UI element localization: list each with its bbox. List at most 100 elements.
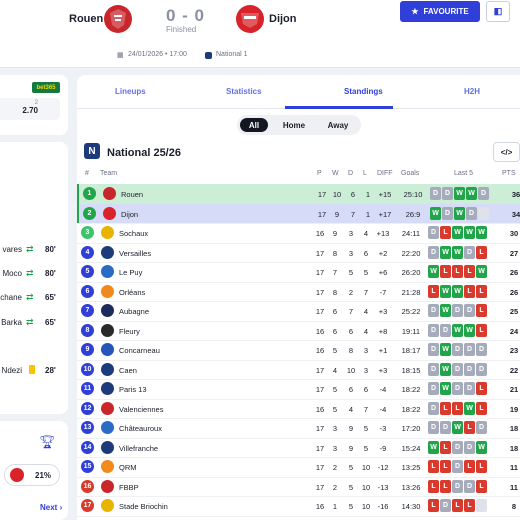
tab-statistics[interactable]: Statistics	[226, 87, 262, 96]
form-result[interactable]: L	[464, 460, 475, 473]
team-name[interactable]: Paris 13	[119, 385, 147, 394]
form-result[interactable]: L	[428, 479, 439, 493]
form-result[interactable]: L	[440, 460, 451, 473]
form-result[interactable]: D	[428, 362, 439, 376]
form-result[interactable]: W	[452, 421, 463, 434]
away-team-crest[interactable]	[236, 5, 264, 33]
form-result[interactable]: D	[452, 382, 463, 395]
event-player[interactable]: Moco	[2, 269, 22, 278]
form-result[interactable]: L	[476, 382, 487, 395]
form-result[interactable]: W	[440, 304, 451, 317]
form-result[interactable]: D	[440, 323, 451, 337]
form-result[interactable]: L	[476, 460, 487, 473]
team-name[interactable]: Châteauroux	[119, 424, 162, 433]
form-result[interactable]: D	[452, 362, 463, 376]
form-result[interactable]: D	[452, 343, 463, 356]
form-result[interactable]: D	[428, 245, 439, 259]
team-name[interactable]: Versailles	[119, 249, 151, 258]
table-row[interactable]: 8 Fleury 16 6 6 4 +8 19:11 D D W W L 24	[77, 321, 520, 341]
team-name[interactable]: Dijon	[121, 210, 138, 219]
form-result[interactable]: D	[476, 343, 487, 356]
form-result[interactable]: L	[476, 401, 487, 415]
form-result[interactable]: W	[452, 284, 463, 298]
table-row[interactable]: 15 QRM 17 2 5 10 -12 13:25 L L D L L 11	[77, 457, 520, 477]
table-row[interactable]: 14 Villefranche 17 3 9 5 -9 15:24 W L D D W 18	[77, 438, 520, 458]
table-row[interactable]: 12 Valenciennes 16 5 4 7 -4 18:22 D L L W L 19	[77, 399, 520, 419]
table-row[interactable]: 11 Paris 13 17 5 6 6 -4 18:22 D W D D L 21	[77, 379, 520, 399]
team-name[interactable]: Caen	[119, 366, 137, 375]
form-result[interactable]: D	[428, 343, 439, 356]
form-result[interactable]: W	[466, 187, 477, 200]
table-row[interactable]: 13 Châteauroux 17 3 9 5 -3 17:20 D D W L D 18	[77, 418, 520, 438]
form-result[interactable]: W	[452, 226, 463, 239]
form-result[interactable]: D	[428, 421, 439, 434]
form-result[interactable]: L	[476, 245, 487, 259]
form-result[interactable]: W	[476, 440, 487, 454]
form-result[interactable]: D	[452, 479, 463, 493]
table-row[interactable]: 9 Concarneau 16 5 8 3 +1 18:17 D W D D D 23	[77, 340, 520, 360]
form-result[interactable]: W	[452, 245, 463, 259]
embed-code-button[interactable]: </>	[493, 142, 520, 162]
form-result[interactable]: D	[464, 304, 475, 317]
form-result[interactable]: W	[464, 401, 475, 415]
team-name[interactable]: FBBP	[119, 483, 139, 492]
form-result[interactable]: L	[440, 226, 451, 239]
event-player[interactable]: vares	[2, 245, 22, 254]
form-result[interactable]: L	[476, 479, 487, 493]
tab-standings[interactable]: Standings	[344, 87, 383, 96]
form-result[interactable]: W	[464, 323, 475, 337]
favourite-button[interactable]: ★ FAVOURITE	[400, 1, 480, 22]
form-result[interactable]: W	[440, 284, 451, 298]
league-title[interactable]: National 25/26	[107, 147, 181, 159]
win-probability[interactable]: 21%	[4, 464, 60, 486]
form-result[interactable]: L	[452, 499, 463, 512]
form-result[interactable]: D	[440, 421, 451, 434]
form-result[interactable]: W	[440, 343, 451, 356]
form-result[interactable]: D	[464, 343, 475, 356]
form-result[interactable]: D	[442, 206, 453, 220]
form-result[interactable]: D	[428, 382, 439, 395]
table-row[interactable]: 3 Sochaux 16 9 3 4 +13 24:11 D L W W W 30	[77, 223, 520, 243]
form-result[interactable]: D	[464, 382, 475, 395]
form-result[interactable]: W	[476, 265, 487, 278]
team-name[interactable]: Villefranche	[119, 444, 158, 453]
form-result[interactable]: L	[428, 499, 439, 512]
form-result[interactable]: D	[476, 421, 487, 434]
team-name[interactable]: Stade Briochin	[119, 502, 168, 511]
competition-link[interactable]: National 1	[216, 51, 248, 58]
form-result[interactable]: W	[452, 323, 463, 337]
form-result[interactable]: L	[464, 265, 475, 278]
event-player[interactable]: chane	[0, 293, 22, 302]
bookmaker-badge[interactable]: bet365	[32, 82, 60, 93]
team-name[interactable]: Sochaux	[119, 229, 148, 238]
form-result[interactable]: L	[440, 401, 451, 415]
next-link[interactable]: Next ›	[40, 503, 62, 512]
table-row[interactable]: 16 FBBP 17 2 5 10 -13 13:26 L L D D L 11	[77, 477, 520, 497]
table-row[interactable]: 6 Orléans 17 8 2 7 -7 21:28 L W W L L 26	[77, 282, 520, 302]
team-name[interactable]: Valenciennes	[119, 405, 163, 414]
team-name[interactable]: Le Puy	[119, 268, 142, 277]
form-result[interactable]: L	[452, 265, 463, 278]
form-result[interactable]: W	[454, 187, 465, 200]
team-name[interactable]: Concarneau	[119, 346, 160, 355]
form-result[interactable]: W	[476, 226, 487, 239]
team-name[interactable]: Aubagne	[119, 307, 149, 316]
team-name[interactable]: Orléans	[119, 288, 145, 297]
team-name[interactable]: Rouen	[121, 190, 143, 199]
table-row[interactable]: 2 Dijon 17 9 7 1 +17 26:9 W D W D 34	[77, 203, 520, 223]
filter-away[interactable]: Away	[317, 118, 359, 132]
team-name[interactable]: QRM	[119, 463, 137, 472]
form-result[interactable]: L	[440, 479, 451, 493]
filter-home[interactable]: Home	[273, 118, 315, 132]
form-result[interactable]: D	[442, 187, 453, 200]
form-result[interactable]: D	[428, 304, 439, 317]
form-result[interactable]	[476, 499, 487, 512]
form-result[interactable]: L	[428, 284, 439, 298]
form-result[interactable]: L	[440, 265, 451, 278]
team-name[interactable]: Fleury	[119, 327, 140, 336]
table-row[interactable]: 17 Stade Briochin 16 1 5 10 -16 14:30 L D L L 8	[77, 496, 520, 516]
form-result[interactable]: L	[452, 401, 463, 415]
table-row[interactable]: 5 Le Puy 17 7 5 5 +6 26:20 W L L L W 26	[77, 262, 520, 282]
form-result[interactable]: L	[476, 284, 487, 298]
form-result[interactable]: W	[428, 440, 439, 454]
